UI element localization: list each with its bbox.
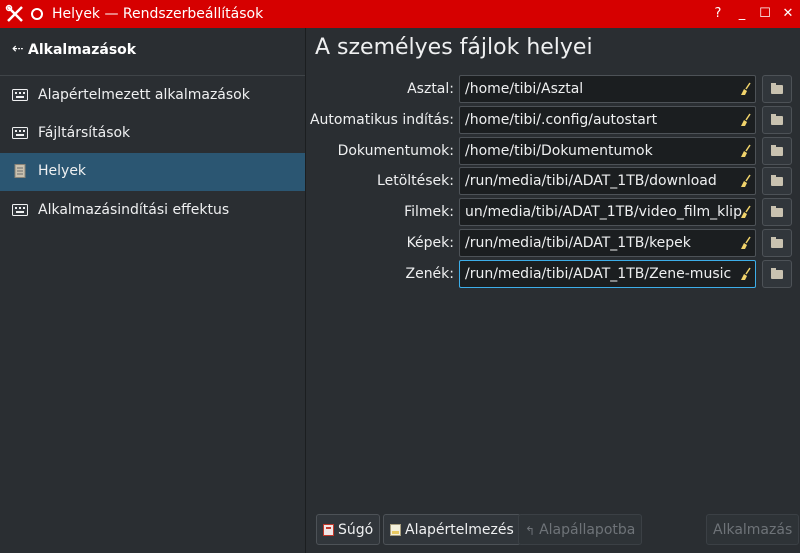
movies-path-input[interactable]: un/media/tibi/ADAT_1TB/video_film_klip (459, 198, 756, 226)
autostart-path-input[interactable]: /home/tibi/.config/autostart (459, 106, 756, 134)
apply-button[interactable]: Alkalmazás (706, 514, 800, 545)
field-label: Asztal: (407, 81, 454, 97)
field-label: Letöltések: (377, 173, 454, 189)
sidebar-item-launch-feedback[interactable]: Alkalmazásindítási effektus (0, 192, 305, 230)
keyboard-icon (12, 89, 28, 101)
folder-icon (771, 206, 783, 217)
sidebar-item-label: Alkalmazásindítási effektus (38, 202, 230, 218)
help-button[interactable]: Súgó (316, 514, 381, 545)
undo-icon: ↰ (525, 523, 536, 538)
reset-button-label: Alapállapotba (539, 521, 636, 538)
defaults-button[interactable]: Alapértelmezés (383, 514, 521, 545)
keep-above-icon[interactable] (31, 8, 43, 20)
sidebar-item-label: Alapértelmezett alkalmazások (38, 87, 250, 103)
sidebar: ⇠ Alkalmazások Alapértelmezett alkalmazá… (0, 28, 306, 553)
clear-icon[interactable] (738, 205, 752, 219)
sidebar-item-default-apps[interactable]: Alapértelmezett alkalmazások (0, 77, 305, 115)
clear-icon[interactable] (738, 174, 752, 188)
clear-icon[interactable] (738, 82, 752, 96)
maximize-icon[interactable]: ☐ (756, 5, 774, 23)
field-label: Filmek: (404, 204, 454, 220)
sidebar-item-label: Helyek (38, 163, 87, 179)
sidebar-item-file-associations[interactable]: Fájltársítások (0, 115, 305, 153)
help-icon[interactable]: ? (709, 5, 727, 23)
folder-icon (771, 83, 783, 94)
folder-icon (771, 268, 783, 279)
close-icon[interactable]: ✕ (779, 5, 797, 23)
folder-icon (771, 175, 783, 186)
defaults-button-label: Alapértelmezés (405, 521, 514, 538)
clear-icon[interactable] (738, 236, 752, 250)
title-bar[interactable]: Helyek — Rendszerbeállítások ? _ ☐ ✕ (0, 0, 800, 28)
page-title: A személyes fájlok helyei (315, 35, 593, 60)
sidebar-item-locations[interactable]: Helyek (0, 153, 305, 191)
browse-folder-button[interactable] (762, 137, 792, 165)
field-label: Zenék: (405, 266, 454, 282)
help-button-label: Súgó (338, 521, 374, 538)
desktop-path-input[interactable]: /home/tibi/Asztal (459, 75, 756, 103)
apply-button-label: Alkalmazás (713, 521, 793, 538)
document-defaults-icon (390, 523, 401, 536)
field-label: Automatikus indítás: (309, 112, 454, 128)
keyboard-icon (12, 127, 28, 139)
browse-folder-button[interactable] (762, 75, 792, 103)
minimize-icon[interactable]: _ (733, 5, 751, 23)
sidebar-item-label: Fájltársítások (38, 125, 131, 141)
folder-icon (771, 114, 783, 125)
music-path-input[interactable]: /run/media/tibi/ADAT_1TB/Zene-music (459, 260, 756, 288)
reset-button[interactable]: ↰ Alapállapotba (518, 514, 643, 545)
help-book-icon (323, 523, 334, 536)
clear-icon[interactable] (738, 267, 752, 281)
browse-folder-button[interactable] (762, 198, 792, 226)
clear-icon[interactable] (738, 113, 752, 127)
browse-folder-button[interactable] (762, 167, 792, 195)
sidebar-title: Alkalmazások (28, 42, 137, 58)
field-label: Képek: (406, 235, 454, 251)
folder-icon (771, 237, 783, 248)
folder-icon (771, 145, 783, 156)
document-icon (14, 164, 26, 178)
browse-folder-button[interactable] (762, 106, 792, 134)
arrow-left-icon: ⇠ (12, 41, 24, 57)
browse-folder-button[interactable] (762, 229, 792, 257)
downloads-path-input[interactable]: /run/media/tibi/ADAT_1TB/download (459, 167, 756, 195)
clear-icon[interactable] (738, 144, 752, 158)
keyboard-icon (12, 204, 28, 216)
documents-path-input[interactable]: /home/tibi/Dokumentumok (459, 137, 756, 165)
system-settings-icon (5, 4, 23, 22)
field-label: Dokumentumok: (337, 143, 454, 159)
pictures-path-input[interactable]: /run/media/tibi/ADAT_1TB/kepek (459, 229, 756, 257)
sidebar-back-button[interactable]: ⇠ Alkalmazások (0, 28, 305, 76)
main-panel: A személyes fájlok helyei Asztal: /home/… (307, 28, 800, 553)
browse-folder-button[interactable] (762, 260, 792, 288)
window-title: Helyek — Rendszerbeállítások (52, 6, 264, 22)
